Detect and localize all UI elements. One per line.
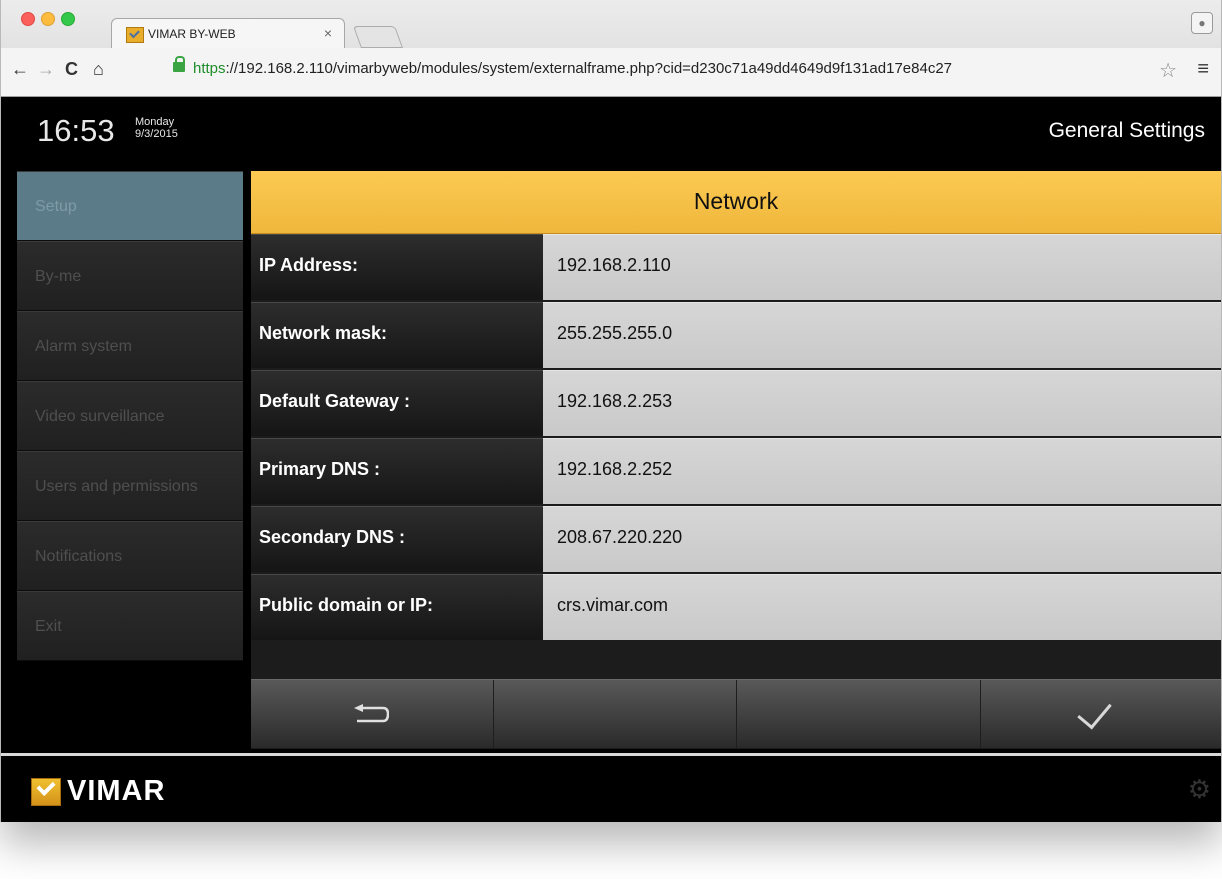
action-button-empty-2[interactable] — [737, 680, 981, 748]
sidebar: Setup By-me Alarm system Video surveilla… — [17, 171, 243, 661]
app-topbar: 16:53 Monday 9/3/2015 General Settings — [1, 97, 1221, 163]
clock-date: Monday 9/3/2015 — [135, 116, 178, 140]
tab-close-icon[interactable]: × — [324, 25, 332, 41]
page-title: General Settings — [1048, 119, 1205, 142]
secondary-dns-field[interactable]: 208.67.220.220 — [543, 506, 1221, 572]
field-label: Public domain or IP: — [251, 574, 543, 640]
browser-toolbar: ← → C ⌂ https://192.168.2.110/vimarbyweb… — [1, 48, 1221, 96]
field-label: IP Address: — [251, 234, 543, 300]
checkmark-icon — [1077, 693, 1112, 730]
bookmark-star-icon[interactable]: ☆ — [1159, 58, 1177, 83]
minimize-window-button[interactable] — [41, 12, 55, 26]
field-row-default-gateway: Default Gateway : 192.168.2.253 — [251, 370, 1221, 437]
sidebar-item-alarm-system[interactable]: Alarm system — [17, 311, 243, 381]
back-button[interactable] — [251, 680, 494, 748]
sidebar-item-by-me[interactable]: By-me — [17, 241, 243, 311]
field-label: Primary DNS : — [251, 438, 543, 504]
field-row-network-mask: Network mask: 255.255.255.0 — [251, 302, 1221, 369]
home-icon[interactable]: ⌂ — [93, 59, 104, 80]
field-label: Secondary DNS : — [251, 506, 543, 572]
clock-time: 16:53 — [37, 113, 115, 148]
field-row-public-domain: Public domain or IP: crs.vimar.com — [251, 574, 1221, 641]
action-button-empty-1[interactable] — [494, 680, 737, 748]
browser-chrome: VIMAR BY-WEB × ● ← → C ⌂ https://192.168… — [1, 0, 1221, 97]
field-row-secondary-dns: Secondary DNS : 208.67.220.220 — [251, 506, 1221, 573]
default-gateway-field[interactable]: 192.168.2.253 — [543, 370, 1221, 436]
network-mask-field[interactable]: 255.255.255.0 — [543, 302, 1221, 368]
network-panel: Network IP Address: 192.168.2.110 Networ… — [251, 171, 1221, 749]
reload-icon[interactable]: C — [65, 59, 78, 80]
forward-arrow-icon[interactable]: → — [37, 59, 55, 80]
url-scheme: https — [193, 60, 226, 77]
sidebar-item-exit[interactable]: Exit — [17, 591, 243, 661]
clock-day: Monday — [135, 116, 175, 128]
zoom-window-button[interactable] — [61, 12, 75, 26]
tab-title: VIMAR BY-WEB — [148, 27, 236, 41]
browser-menu-icon[interactable]: ≡ — [1197, 58, 1209, 81]
back-arrow-icon — [354, 704, 389, 723]
confirm-button[interactable] — [981, 680, 1221, 748]
sidebar-item-setup[interactable]: Setup — [17, 171, 243, 241]
vimar-app: 16:53 Monday 9/3/2015 General Settings S… — [1, 97, 1221, 822]
settings-gear-icon[interactable]: ⚙ — [1188, 774, 1211, 805]
vimar-logo-icon — [31, 778, 61, 806]
profile-icon[interactable]: ● — [1191, 12, 1213, 34]
sidebar-item-notifications[interactable]: Notifications — [17, 521, 243, 591]
field-row-ip-address: IP Address: 192.168.2.110 — [251, 234, 1221, 301]
clock-date-value: 9/3/2015 — [135, 128, 178, 140]
brand-logo: VIMAR — [67, 775, 166, 807]
new-tab-button[interactable] — [352, 26, 404, 48]
back-arrow-icon[interactable]: ← — [11, 59, 29, 80]
public-domain-field[interactable]: crs.vimar.com — [543, 574, 1221, 640]
browser-window: VIMAR BY-WEB × ● ← → C ⌂ https://192.168… — [0, 0, 1222, 822]
field-label: Default Gateway : — [251, 370, 543, 436]
url-path: ://192.168.2.110/vimarbyweb/modules/syst… — [225, 60, 953, 77]
section-title: Network — [251, 171, 1221, 235]
vimar-favicon-icon — [126, 27, 144, 43]
sidebar-item-video-surveillance[interactable]: Video surveillance — [17, 381, 243, 451]
browser-tab[interactable]: VIMAR BY-WEB × — [111, 18, 345, 49]
url-text[interactable]: https://192.168.2.110/vimarbyweb/modules… — [193, 60, 952, 77]
app-footer: VIMAR ⚙ — [1, 753, 1221, 822]
field-row-primary-dns: Primary DNS : 192.168.2.252 — [251, 438, 1221, 505]
close-window-button[interactable] — [21, 12, 35, 26]
sidebar-item-users-and-permissions[interactable]: Users and permissions — [17, 451, 243, 521]
primary-dns-field[interactable]: 192.168.2.252 — [543, 438, 1221, 504]
lock-icon — [173, 56, 185, 72]
field-label: Network mask: — [251, 302, 543, 368]
ip-address-field[interactable]: 192.168.2.110 — [543, 234, 1221, 300]
action-bar — [251, 679, 1221, 748]
